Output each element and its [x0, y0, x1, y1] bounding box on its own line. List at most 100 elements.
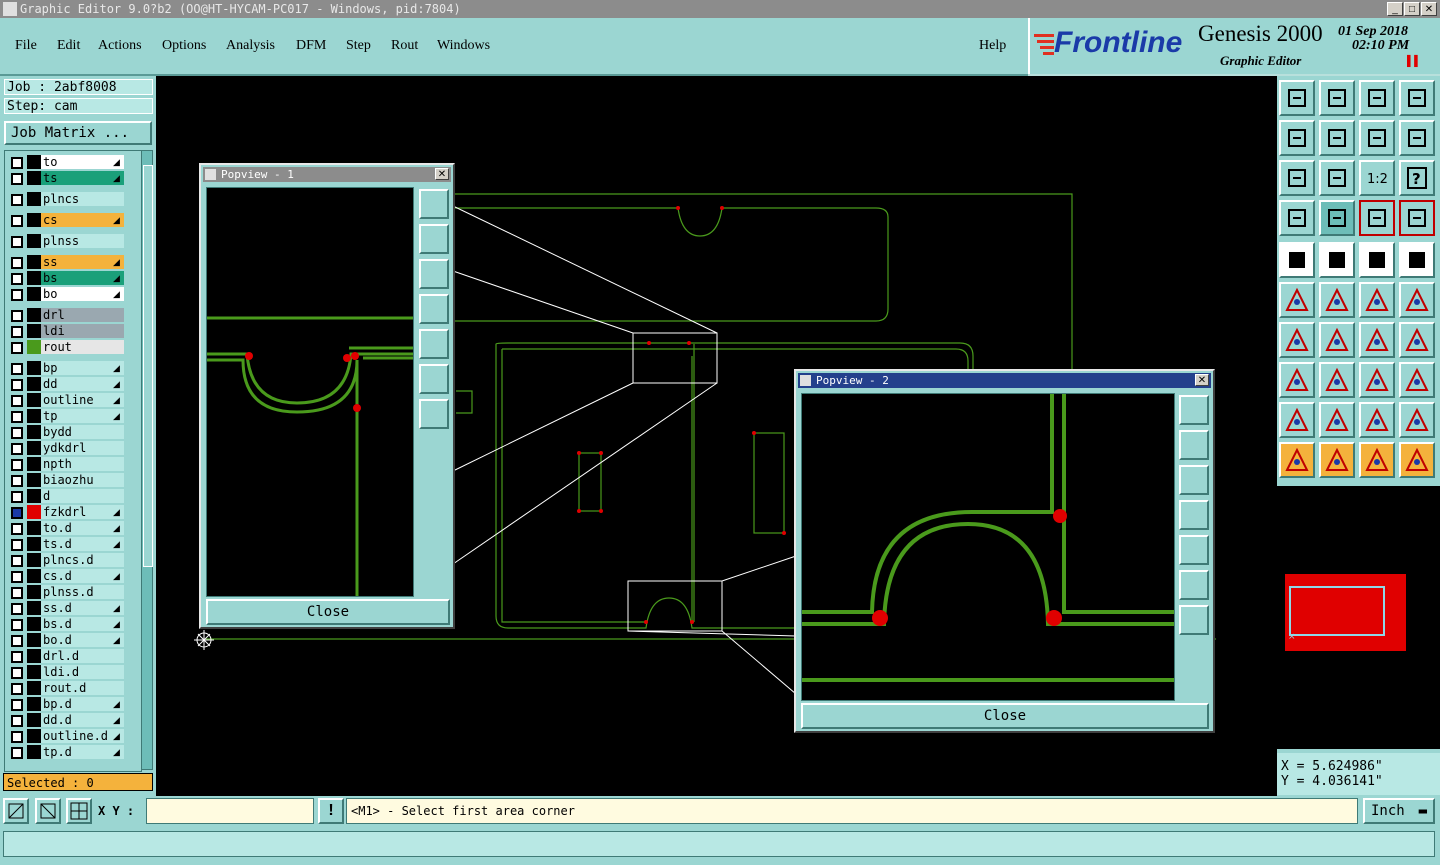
layer-color-swatch[interactable] [27, 697, 41, 711]
popview-2-titlebar[interactable]: Popview - 2 ✕ [798, 373, 1211, 388]
layer-name[interactable]: ss.d [41, 601, 124, 615]
layer-name[interactable]: plnss [41, 234, 124, 248]
layer-color-swatch[interactable] [27, 633, 41, 647]
layer-context-icon[interactable]: ◢ [113, 537, 120, 551]
menu-actions[interactable]: Actions [98, 38, 142, 54]
layer-name[interactable]: plncs [41, 192, 124, 206]
layer-name[interactable]: fzkdrl [41, 505, 124, 519]
popview-1-viewport[interactable] [206, 187, 414, 597]
layer-row-plncs[interactable]: plncs [5, 192, 141, 206]
layer-row-dd[interactable]: dd ◢ [5, 377, 141, 391]
layer-name[interactable]: cs [41, 213, 124, 227]
snap-icon[interactable] [3, 798, 29, 824]
zoom-fit-icon[interactable] [1179, 570, 1209, 600]
layer-context-icon[interactable]: ◢ [113, 287, 120, 301]
zoom-center-icon[interactable] [1179, 605, 1209, 635]
layer-color-swatch[interactable] [27, 569, 41, 583]
layer-row-drl[interactable]: drl [5, 308, 141, 322]
layer-name[interactable]: d [41, 489, 124, 503]
fit-window-icon[interactable] [1399, 80, 1435, 116]
layer-context-icon[interactable]: ◢ [113, 713, 120, 727]
line-icon[interactable] [1319, 322, 1355, 358]
layer-context-icon[interactable]: ◢ [113, 255, 120, 269]
layer-name[interactable]: ydkdrl [41, 441, 124, 455]
layer-checkbox[interactable] [11, 699, 23, 711]
layer-checkbox[interactable] [11, 715, 23, 727]
layer-name[interactable]: dd [41, 377, 124, 391]
layer-color-swatch[interactable] [27, 425, 41, 439]
layer-row-rout-d[interactable]: rout.d [5, 681, 141, 695]
layer-color-swatch[interactable] [27, 617, 41, 631]
layer-row-bp[interactable]: bp ◢ [5, 361, 141, 375]
triangle-outline-icon[interactable] [1319, 402, 1355, 438]
layer-color-swatch[interactable] [27, 361, 41, 375]
layer-color-swatch[interactable] [27, 457, 41, 471]
layer-checkbox[interactable] [11, 731, 23, 743]
layer-context-icon[interactable]: ◢ [113, 729, 120, 743]
layer-row-dd-d[interactable]: dd.d ◢ [5, 713, 141, 727]
layer-checkbox[interactable] [11, 539, 23, 551]
zoom-fit-icon[interactable] [419, 364, 449, 394]
layer-color-swatch[interactable] [27, 324, 41, 338]
layer-context-icon[interactable]: ◢ [113, 601, 120, 615]
layer-row-tp-d[interactable]: tp.d ◢ [5, 745, 141, 759]
layer-row-ydkdrl[interactable]: ydkdrl [5, 441, 141, 455]
layer-checkbox[interactable] [11, 395, 23, 407]
layer-color-swatch[interactable] [27, 377, 41, 391]
angle-icon[interactable] [1279, 322, 1315, 358]
distance-icon[interactable] [1359, 362, 1395, 398]
layer-context-icon[interactable]: ◢ [113, 617, 120, 631]
layer-color-swatch[interactable] [27, 234, 41, 248]
layer-checkbox[interactable] [11, 173, 23, 185]
layer-row-bs-d[interactable]: bs.d ◢ [5, 617, 141, 631]
command-input[interactable] [3, 831, 1435, 857]
layer-color-swatch[interactable] [27, 537, 41, 551]
pad-icon[interactable] [1399, 242, 1435, 278]
transform-icon[interactable] [1279, 362, 1315, 398]
layer-checkbox[interactable] [11, 571, 23, 583]
layer-color-swatch[interactable] [27, 585, 41, 599]
layer-row-ss-d[interactable]: ss.d ◢ [5, 601, 141, 615]
layer-color-swatch[interactable] [27, 601, 41, 615]
layer-row-plncs-d[interactable]: plncs.d [5, 553, 141, 567]
layer-color-swatch[interactable] [27, 713, 41, 727]
layer-checkbox[interactable] [11, 603, 23, 615]
popview-2-close-icon[interactable]: ✕ [1195, 374, 1209, 386]
menu-analysis[interactable]: Analysis [226, 38, 275, 54]
layer-row-rout[interactable]: rout [5, 340, 141, 354]
arc-icon[interactable] [1359, 322, 1395, 358]
layer-checkbox[interactable] [11, 273, 23, 285]
layer-name[interactable]: ldi [41, 324, 124, 338]
zoom-home-icon[interactable] [1279, 80, 1315, 116]
layer-color-swatch[interactable] [27, 409, 41, 423]
split-icon[interactable] [1319, 362, 1355, 398]
layer-name[interactable]: npth [41, 457, 124, 471]
layer-row-biaozhu[interactable]: biaozhu [5, 473, 141, 487]
popview-2-close-button[interactable]: Close [801, 703, 1209, 729]
popview-1-titlebar[interactable]: Popview - 1 ✕ [203, 167, 451, 182]
popview-1-close-button[interactable]: Close [206, 599, 450, 625]
layer-color-swatch[interactable] [27, 171, 41, 185]
unit-select[interactable]: Inch ▬ [1363, 798, 1435, 824]
popview-2-viewport[interactable] [801, 393, 1175, 701]
layer-checkbox[interactable] [11, 326, 23, 338]
layer-name[interactable]: biaozhu [41, 473, 124, 487]
popview-2-window[interactable]: Popview - 2 ✕ Close [794, 369, 1215, 733]
layer-color-swatch[interactable] [27, 441, 41, 455]
layer-color-swatch[interactable] [27, 521, 41, 535]
layer-color-swatch[interactable] [27, 553, 41, 567]
pause-icon[interactable]: ▌▌ [1407, 56, 1421, 67]
zoom-home-icon[interactable] [1179, 395, 1209, 425]
layer-row-bo[interactable]: bo ◢ [5, 287, 141, 301]
layer-row-outline-d[interactable]: outline.d ◢ [5, 729, 141, 743]
home-icon[interactable] [1359, 80, 1395, 116]
delete-icon[interactable] [1319, 282, 1355, 318]
layer-name[interactable]: dd.d [41, 713, 124, 727]
layer-name[interactable]: bp [41, 361, 124, 375]
layer-checkbox[interactable] [11, 215, 23, 227]
overview-map[interactable]: × [1277, 486, 1440, 749]
move-icon[interactable] [1359, 282, 1395, 318]
popview-1-close-icon[interactable]: ✕ [435, 168, 449, 180]
exclamation-icon[interactable]: ! [318, 798, 344, 824]
layer-name[interactable]: ldi.d [41, 665, 124, 679]
